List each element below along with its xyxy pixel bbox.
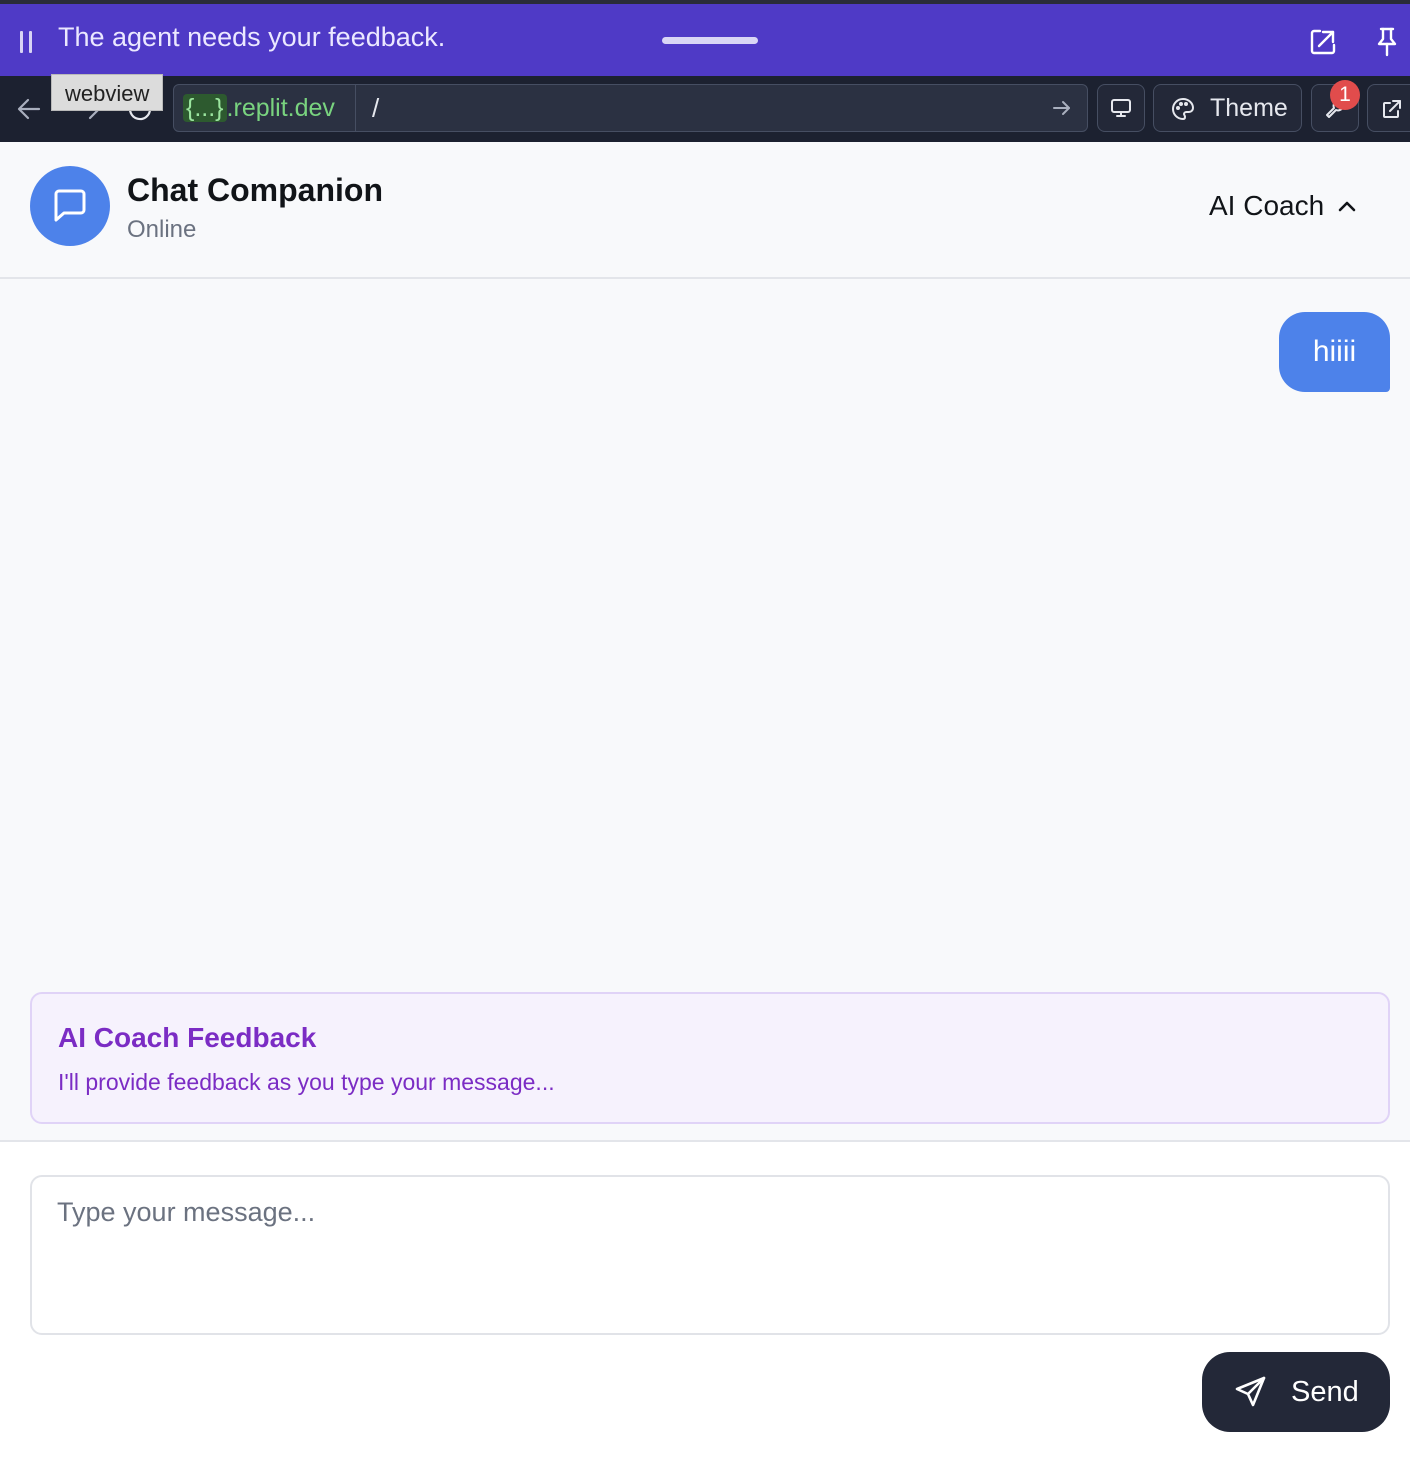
send-button[interactable]: Send xyxy=(1202,1352,1390,1432)
theme-button[interactable]: Theme xyxy=(1153,84,1302,132)
pause-icon[interactable] xyxy=(17,31,35,53)
webview-tooltip: webview xyxy=(51,74,164,111)
chat-messages: hiiii AI Coach Feedback I'll provide fee… xyxy=(0,279,1410,1140)
message-input[interactable] xyxy=(30,1175,1390,1335)
device-preview-button[interactable] xyxy=(1097,84,1145,132)
url-host: {...} .replit.dev xyxy=(183,91,335,125)
ai-coach-toggle[interactable]: AI Coach xyxy=(1200,186,1380,226)
send-icon xyxy=(1235,1376,1266,1407)
url-host-tag: {...} xyxy=(183,94,227,122)
notification-badge: 1 xyxy=(1330,80,1360,110)
feedback-text: I'll provide feedback as you type your m… xyxy=(58,1069,555,1095)
drag-handle[interactable] xyxy=(662,37,758,44)
url-path[interactable]: / xyxy=(372,91,379,125)
avatar xyxy=(30,166,110,246)
user-message-bubble: hiiii xyxy=(1279,312,1390,392)
url-divider xyxy=(355,85,356,131)
message-composer: Send xyxy=(0,1140,1410,1466)
url-host-domain: .replit.dev xyxy=(226,94,335,122)
app-header: Chat Companion Online AI Coach xyxy=(0,142,1410,279)
theme-label: Theme xyxy=(1210,94,1288,122)
agent-message: The agent needs your feedback. xyxy=(58,22,446,52)
pin-icon[interactable] xyxy=(1372,26,1404,58)
expand-icon[interactable] xyxy=(1307,26,1339,58)
app-title: Chat Companion xyxy=(127,172,383,208)
online-status: Online xyxy=(127,216,197,243)
chat-bubble-icon xyxy=(54,189,86,222)
agent-feedback-bar: The agent needs your feedback. xyxy=(0,0,1410,76)
palette-icon xyxy=(1172,98,1194,120)
go-arrow-icon[interactable] xyxy=(1050,96,1074,120)
monitor-icon xyxy=(1111,99,1131,117)
open-external-button[interactable] xyxy=(1367,84,1410,132)
ai-coach-feedback-card: AI Coach Feedback I'll provide feedback … xyxy=(30,992,1390,1124)
external-link-icon xyxy=(1383,100,1401,118)
back-icon[interactable] xyxy=(15,95,43,123)
chevron-up-icon xyxy=(1338,201,1356,212)
url-bar[interactable]: {...} .replit.dev / xyxy=(173,84,1088,132)
feedback-title: AI Coach Feedback xyxy=(58,1022,317,1053)
send-label: Send xyxy=(1291,1376,1359,1408)
ai-coach-label: AI Coach xyxy=(1209,190,1325,221)
